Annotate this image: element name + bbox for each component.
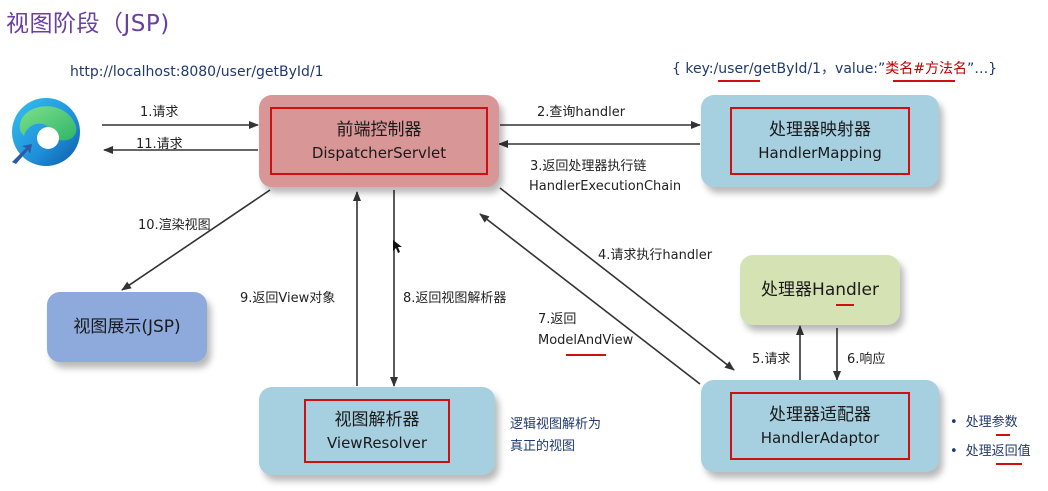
view-resolver-frame: 视图解析器 ViewResolver: [304, 399, 450, 463]
step-3-label: 3.返回处理器执行链: [530, 159, 647, 174]
step-10-label: 10.渲染视图: [138, 218, 211, 233]
modelandview-underline: [566, 354, 606, 356]
dispatcher-en-label: DispatcherServlet: [311, 144, 447, 162]
step-11-label: 11.请求: [136, 137, 183, 152]
step-6-label: 6.响应: [847, 352, 886, 367]
adaptor-bullet-2-text: 处理返回值: [965, 444, 1031, 459]
step-7-modelandview-label: ModelAndView: [538, 333, 634, 348]
dispatcher-cn-label: 前端控制器: [336, 120, 422, 140]
handler-adaptor-node: 处理器适配器 HandlerAdaptor: [701, 380, 939, 472]
resolver-note-line1: 逻辑视图解析为: [510, 417, 602, 432]
step-8-label: 8.返回视图解析器: [403, 291, 507, 306]
adaptor-bullet-2: • 处理返回值: [950, 444, 1031, 459]
step-3-chain-label: HandlerExecutionChain: [529, 179, 682, 194]
step-9-label: 9.返回View对象: [240, 291, 336, 306]
step-1-label: 1.请求: [140, 105, 179, 120]
step-5-label: 5.请求: [752, 352, 791, 367]
handler-label: 处理器Handler: [761, 280, 879, 300]
step-4-label: 4.请求执行handler: [598, 248, 713, 263]
view-resolver-cn-label: 视图解析器: [334, 410, 420, 430]
handler-mapping-en-label: HandlerMapping: [758, 144, 882, 162]
bullet-2-underline: [996, 463, 1022, 465]
step-7-label: 7.返回: [538, 312, 577, 327]
arrow-10-render-view: [121, 189, 271, 291]
handler-adaptor-frame: 处理器适配器 HandlerAdaptor: [730, 392, 910, 460]
bullet-1-underline: [996, 434, 1010, 436]
arrow-7-model-and-view: [479, 213, 701, 385]
edge-browser-icon: [6, 92, 86, 172]
handler-adaptor-cn-label: 处理器适配器: [769, 405, 871, 425]
dispatcher-servlet-frame: 前端控制器 DispatcherServlet: [270, 107, 488, 175]
resolver-note-line2: 真正的视图: [510, 439, 576, 454]
handler-underline: [836, 304, 854, 306]
adaptor-bullet-1: • 处理参数: [950, 415, 1018, 430]
handler-mapping-cn-label: 处理器映射器: [769, 120, 871, 140]
handler-mapping-node: 处理器映射器 HandlerMapping: [701, 95, 939, 187]
view-display-node: 视图展示(JSP): [47, 292, 207, 362]
resolver-note: 逻辑视图解析为 真正的视图: [510, 414, 601, 458]
adaptor-bullet-1-text: 处理参数: [965, 415, 1018, 430]
view-resolver-node: 视图解析器 ViewResolver: [259, 387, 495, 475]
handler-adaptor-en-label: HandlerAdaptor: [760, 429, 880, 447]
handler-mapping-frame: 处理器映射器 HandlerMapping: [730, 107, 910, 175]
step-2-label: 2.查询handler: [537, 105, 626, 120]
dispatcher-servlet-node: 前端控制器 DispatcherServlet: [259, 95, 499, 187]
view-display-label: 视图展示(JSP): [73, 317, 181, 337]
view-resolver-en-label: ViewResolver: [326, 434, 427, 452]
handler-node: 处理器Handler: [740, 255, 900, 325]
